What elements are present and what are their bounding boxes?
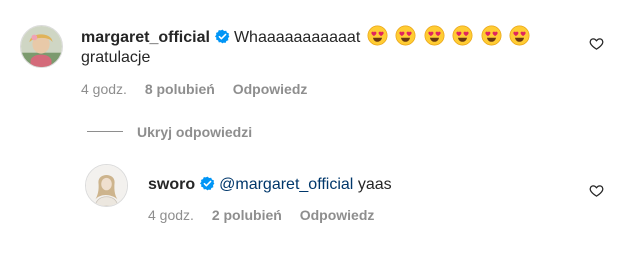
timestamp[interactable]: 4 godz. bbox=[148, 206, 194, 224]
comment-text: Whaaaaaaaaaaat bbox=[233, 29, 361, 46]
hide-replies-label[interactable]: Ukryj odpowiedzi bbox=[137, 124, 252, 140]
comment-meta: 4 godz. 2 polubień Odpowiedz bbox=[148, 206, 374, 224]
avatar[interactable] bbox=[20, 25, 63, 68]
reply-button[interactable]: Odpowiedz bbox=[233, 80, 308, 98]
username[interactable]: margaret_official bbox=[81, 29, 210, 46]
heart-eyes-emoji-icon bbox=[367, 25, 388, 46]
heart-eyes-emoji-icon bbox=[395, 25, 416, 46]
reply-button[interactable]: Odpowiedz bbox=[300, 206, 375, 224]
replies-divider bbox=[87, 131, 123, 133]
comment-text: yaas bbox=[357, 176, 392, 193]
heart-eyes-emoji-icon bbox=[481, 25, 502, 46]
mention-link[interactable]: @margaret_official bbox=[219, 176, 353, 193]
heart-eyes-emoji-icon bbox=[452, 25, 473, 46]
like-heart-icon[interactable] bbox=[589, 36, 604, 51]
verified-badge-icon bbox=[214, 29, 230, 44]
hide-replies-toggle[interactable]: Ukryj odpowiedzi bbox=[87, 123, 252, 141]
like-heart-icon[interactable] bbox=[589, 183, 604, 198]
heart-eyes-emoji-icon bbox=[424, 25, 445, 46]
timestamp[interactable]: 4 godz. bbox=[81, 80, 127, 98]
verified-badge-icon bbox=[200, 176, 215, 191]
emoji-group bbox=[367, 25, 533, 53]
avatar[interactable] bbox=[85, 164, 128, 207]
likes-count-button[interactable]: 2 polubień bbox=[212, 206, 282, 224]
likes-count-button[interactable]: 8 polubień bbox=[145, 80, 215, 98]
heart-eyes-emoji-icon bbox=[509, 25, 530, 46]
comment-meta: 4 godz. 8 polubień Odpowiedz bbox=[81, 80, 307, 98]
comment-text-continued: gratulacje bbox=[81, 49, 151, 66]
username[interactable]: sworo bbox=[148, 176, 195, 193]
